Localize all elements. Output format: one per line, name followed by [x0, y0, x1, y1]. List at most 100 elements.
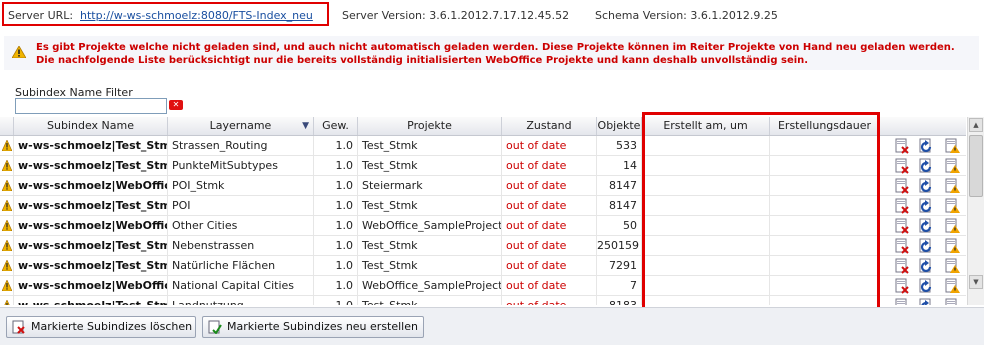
table-row[interactable]: w-ws-schmoelz|WebOffice Other Cities 1.0 We… [0, 216, 966, 236]
cell-erstellungsdauer [770, 216, 880, 235]
warning-icon [2, 260, 12, 271]
server-url-link[interactable]: http://w-ws-schmoelz:8080/FTS-Index_neu [80, 9, 313, 22]
cell-subindex-name: w-ws-schmoelz|Test_Stmk [14, 196, 168, 215]
header-select-cell[interactable] [0, 117, 14, 135]
header-layername[interactable]: Layername ▼ [168, 117, 314, 135]
delete-selected-button[interactable]: Markierte Subindizes löschen [6, 316, 196, 338]
info-icon[interactable] [944, 298, 960, 305]
header-erstellt[interactable]: Erstellt am, um [642, 117, 770, 135]
table-row[interactable]: w-ws-schmoelz|Test_Stmk POI 1.0 Test_Stmk ou… [0, 196, 966, 216]
cell-erstellt [642, 236, 770, 255]
info-icon[interactable] [944, 158, 960, 174]
cell-layername: Nebenstrassen [168, 236, 314, 255]
row-status-cell[interactable] [0, 176, 14, 195]
warning-icon [12, 46, 26, 58]
header-gew[interactable]: Gew. [314, 117, 358, 135]
info-icon[interactable] [944, 138, 960, 154]
cell-objekte: 8147 [597, 176, 642, 195]
cell-erstellungsdauer [770, 176, 880, 195]
warning-icon [2, 160, 12, 171]
scroll-down-icon[interactable]: ▼ [969, 275, 983, 289]
header-subindex-name[interactable]: Subindex Name [14, 117, 168, 135]
cell-layername: Natürliche Flächen [168, 256, 314, 275]
info-icon[interactable] [944, 198, 960, 214]
scroll-thumb[interactable] [969, 135, 983, 197]
table-row[interactable]: w-ws-schmoelz|Test_Stmk PunkteMitSubtypes… [0, 156, 966, 176]
cell-zustand: out of date [502, 256, 597, 275]
cell-zustand: out of date [502, 176, 597, 195]
table-row[interactable]: w-ws-schmoelz|WebOffice National Capital … [0, 276, 966, 296]
info-icon[interactable] [944, 218, 960, 234]
row-status-cell[interactable] [0, 276, 14, 295]
cell-erstellt [642, 136, 770, 155]
delete-index-icon[interactable] [894, 198, 910, 214]
refresh-icon[interactable] [918, 138, 934, 154]
cell-zustand: out of date [502, 276, 597, 295]
cell-objekte: 533 [597, 136, 642, 155]
delete-index-icon [12, 320, 25, 334]
refresh-icon[interactable] [918, 278, 934, 294]
row-status-cell[interactable] [0, 256, 14, 275]
delete-index-icon[interactable] [894, 278, 910, 294]
delete-index-icon[interactable] [894, 178, 910, 194]
row-status-cell[interactable] [0, 216, 14, 235]
delete-index-icon[interactable] [894, 238, 910, 254]
cell-erstellt [642, 156, 770, 175]
table-row[interactable]: w-ws-schmoelz|Test_Stmk Natürliche Fläche… [0, 256, 966, 276]
refresh-icon[interactable] [918, 198, 934, 214]
table-row[interactable]: w-ws-schmoelz|WebOffice POI_Stmk 1.0 Steier… [0, 176, 966, 196]
refresh-icon[interactable] [918, 258, 934, 274]
header-objekte[interactable]: Objekte [597, 117, 642, 135]
row-status-cell[interactable] [0, 296, 14, 305]
server-info-bar: Server URL: http://w-ws-schmoelz:8080/FT… [0, 0, 984, 30]
refresh-icon[interactable] [918, 218, 934, 234]
rebuild-selected-button[interactable]: Markierte Subindizes neu erstellen [202, 316, 424, 338]
table-row[interactable]: w-ws-schmoelz|Test_StmkLandnutzung1.0Tes… [0, 296, 966, 305]
refresh-icon[interactable] [918, 178, 934, 194]
row-status-cell[interactable] [0, 196, 14, 215]
warning-icon [4, 300, 10, 305]
warning-icon [2, 200, 12, 211]
delete-index-icon[interactable] [894, 158, 910, 174]
delete-index-icon[interactable] [894, 138, 910, 154]
cell-projekte: Test_Stmk [358, 296, 502, 305]
subindex-filter-input[interactable] [15, 98, 167, 114]
cell-objekte: 8183 [597, 296, 642, 305]
info-icon[interactable] [944, 238, 960, 254]
row-status-cell[interactable] [0, 236, 14, 255]
info-icon[interactable] [944, 258, 960, 274]
scroll-up-icon[interactable]: ▲ [969, 118, 983, 132]
refresh-icon[interactable] [918, 238, 934, 254]
cell-zustand: out of date [502, 236, 597, 255]
delete-index-icon[interactable] [894, 298, 910, 305]
info-icon[interactable] [944, 278, 960, 294]
refresh-icon[interactable] [918, 158, 934, 174]
sort-desc-icon: ▼ [302, 121, 309, 131]
info-icon[interactable] [944, 178, 960, 194]
server-url-label: Server URL: [8, 9, 74, 22]
delete-index-icon[interactable] [894, 218, 910, 234]
cell-layername: POI_Stmk [168, 176, 314, 195]
cell-erstellungsdauer [770, 276, 880, 295]
delete-index-icon[interactable] [894, 258, 910, 274]
clear-filter-icon[interactable]: ✕ [169, 100, 183, 110]
header-zustand[interactable]: Zustand [502, 117, 597, 135]
cell-layername: National Capital Cities [168, 276, 314, 295]
row-status-cell[interactable] [0, 136, 14, 155]
cell-objekte: 250159 [597, 236, 642, 255]
header-erstellungsdauer[interactable]: Erstellungsdauer [770, 117, 880, 135]
grid-scrollbar[interactable]: ▲ ▼ [967, 117, 984, 305]
cell-projekte: Test_Stmk [358, 196, 502, 215]
table-row[interactable]: w-ws-schmoelz|Test_Stmk Nebenstrassen 1.0 T… [0, 236, 966, 256]
row-status-cell[interactable] [0, 156, 14, 175]
rebuild-index-icon [208, 320, 222, 334]
cell-gew: 1.0 [314, 276, 358, 295]
refresh-icon[interactable] [918, 298, 934, 305]
cell-projekte: Test_Stmk [358, 256, 502, 275]
delete-selected-label: Markierte Subindizes löschen [31, 320, 193, 333]
header-projekte[interactable]: Projekte [358, 117, 502, 135]
cell-zustand: out of date [502, 216, 597, 235]
cell-objekte: 14 [597, 156, 642, 175]
cell-erstellungsdauer [770, 156, 880, 175]
table-row[interactable]: w-ws-schmoelz|Test_Stmk Strassen_Routing 1… [0, 136, 966, 156]
